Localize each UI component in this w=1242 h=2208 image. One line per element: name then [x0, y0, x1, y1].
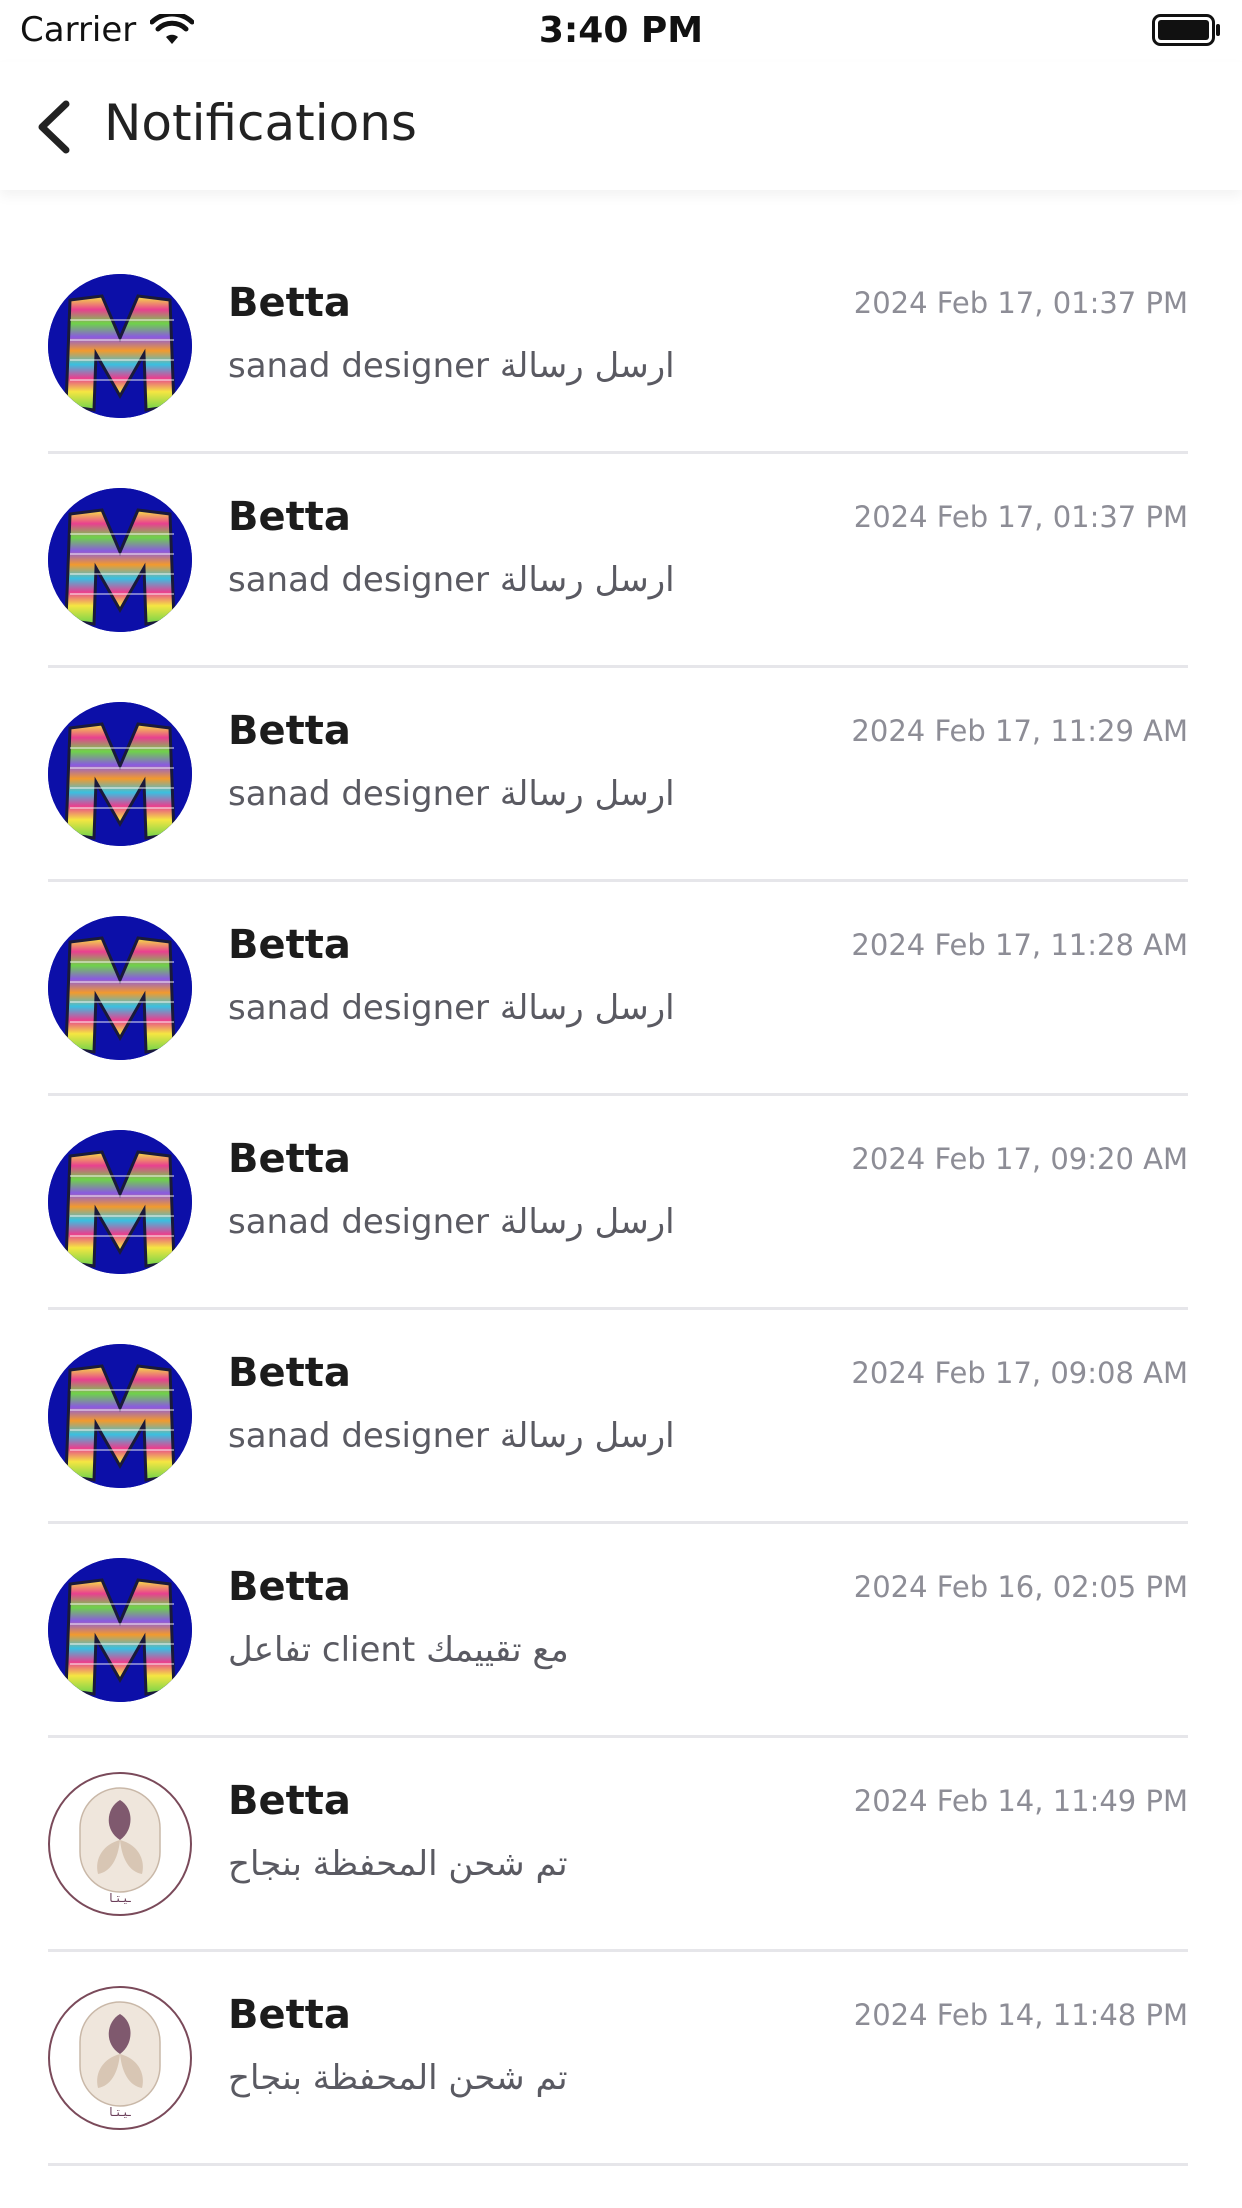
m-logo-icon — [48, 1344, 192, 1488]
notification-time: 2024 Feb 14, 11:49 PM — [853, 1784, 1188, 1818]
notification-sender: Betta — [228, 708, 351, 754]
notification-message: sanad designer ارسل رسالة — [228, 988, 675, 1028]
chevron-left-icon — [38, 100, 70, 154]
svg-text:ـيـتـا: ـيـتـا — [109, 1891, 131, 1905]
notification-sender: Betta — [228, 922, 351, 968]
notification-item[interactable]: Betta 2024 Feb 17, 11:28 AM sanad design… — [0, 882, 1242, 1096]
avatar — [48, 1130, 192, 1274]
brand-logo-icon: ـيـتـا — [79, 1787, 161, 1905]
notification-message: تم شحن المحفظة بنجاح — [228, 2058, 568, 2098]
notification-item[interactable]: Betta 2024 Feb 16, 02:05 PM تفاعل client… — [0, 1524, 1242, 1738]
notification-sender: Betta — [228, 1992, 351, 2038]
notification-item[interactable]: ـيـتـا Betta 2024 Feb 14, 11:48 PM تم شح… — [0, 1952, 1242, 2166]
page-title: Notifications — [104, 94, 417, 152]
avatar: ـيـتـا — [48, 1986, 192, 2130]
svg-text:ـيـتـا: ـيـتـا — [109, 2105, 131, 2119]
avatar — [48, 274, 192, 418]
avatar — [48, 702, 192, 846]
navigation-bar: Notifications — [0, 62, 1242, 190]
notification-message: sanad designer ارسل رسالة — [228, 346, 675, 386]
notification-message: sanad designer ارسل رسالة — [228, 560, 675, 600]
avatar — [48, 1558, 192, 1702]
m-logo-icon — [48, 488, 192, 632]
notification-item[interactable]: Betta 2024 Feb 17, 09:20 AM sanad design… — [0, 1096, 1242, 1310]
avatar — [48, 488, 192, 632]
m-logo-icon — [48, 1558, 192, 1702]
m-logo-icon — [48, 702, 192, 846]
m-logo-icon — [48, 916, 192, 1060]
brand-logo-icon: ـيـتـا — [79, 2001, 161, 2119]
divider — [48, 2163, 1188, 2166]
m-logo-icon — [48, 274, 192, 418]
notification-time: 2024 Feb 17, 01:37 PM — [853, 286, 1188, 320]
notification-time: 2024 Feb 17, 11:29 AM — [851, 714, 1188, 748]
notification-message: sanad designer ارسل رسالة — [228, 1202, 675, 1242]
notification-time: 2024 Feb 17, 09:20 AM — [851, 1142, 1188, 1176]
avatar — [48, 1344, 192, 1488]
status-time: 3:40 PM — [538, 10, 704, 51]
notification-sender: Betta — [228, 1778, 351, 1824]
notification-time: 2024 Feb 16, 02:05 PM — [853, 1570, 1188, 1604]
notification-sender: Betta — [228, 1136, 351, 1182]
notification-sender: Betta — [228, 280, 351, 326]
avatar: ـيـتـا — [48, 1772, 192, 1916]
notification-item[interactable]: Betta 2024 Feb 17, 01:37 PM sanad design… — [0, 240, 1242, 454]
notification-message: تم شحن المحفظة بنجاح — [228, 1844, 568, 1884]
avatar — [48, 916, 192, 1060]
notification-item[interactable]: ـيـتـا Betta 2024 Feb 14, 11:49 PM تم شح… — [0, 1738, 1242, 1952]
back-button[interactable] — [26, 92, 86, 162]
notification-message: تفاعل client مع تقييمك — [228, 1630, 569, 1670]
notifications-list: Betta 2024 Feb 17, 01:37 PM sanad design… — [0, 240, 1242, 2166]
notification-message: sanad designer ارسل رسالة — [228, 774, 675, 814]
notification-message: sanad designer ارسل رسالة — [228, 1416, 675, 1456]
status-bar: Carrier 3:40 PM — [0, 0, 1242, 62]
notification-item[interactable]: Betta 2024 Feb 17, 11:29 AM sanad design… — [0, 668, 1242, 882]
battery-icon — [1152, 14, 1220, 46]
notification-time: 2024 Feb 17, 01:37 PM — [853, 500, 1188, 534]
notification-sender: Betta — [228, 1564, 351, 1610]
notification-time: 2024 Feb 17, 09:08 AM — [851, 1356, 1188, 1390]
notification-item[interactable]: Betta 2024 Feb 17, 09:08 AM sanad design… — [0, 1310, 1242, 1524]
notification-item[interactable]: Betta 2024 Feb 17, 01:37 PM sanad design… — [0, 454, 1242, 668]
notification-sender: Betta — [228, 1350, 351, 1396]
notification-sender: Betta — [228, 494, 351, 540]
m-logo-icon — [48, 1130, 192, 1274]
notification-time: 2024 Feb 14, 11:48 PM — [853, 1998, 1188, 2032]
notification-time: 2024 Feb 17, 11:28 AM — [851, 928, 1188, 962]
